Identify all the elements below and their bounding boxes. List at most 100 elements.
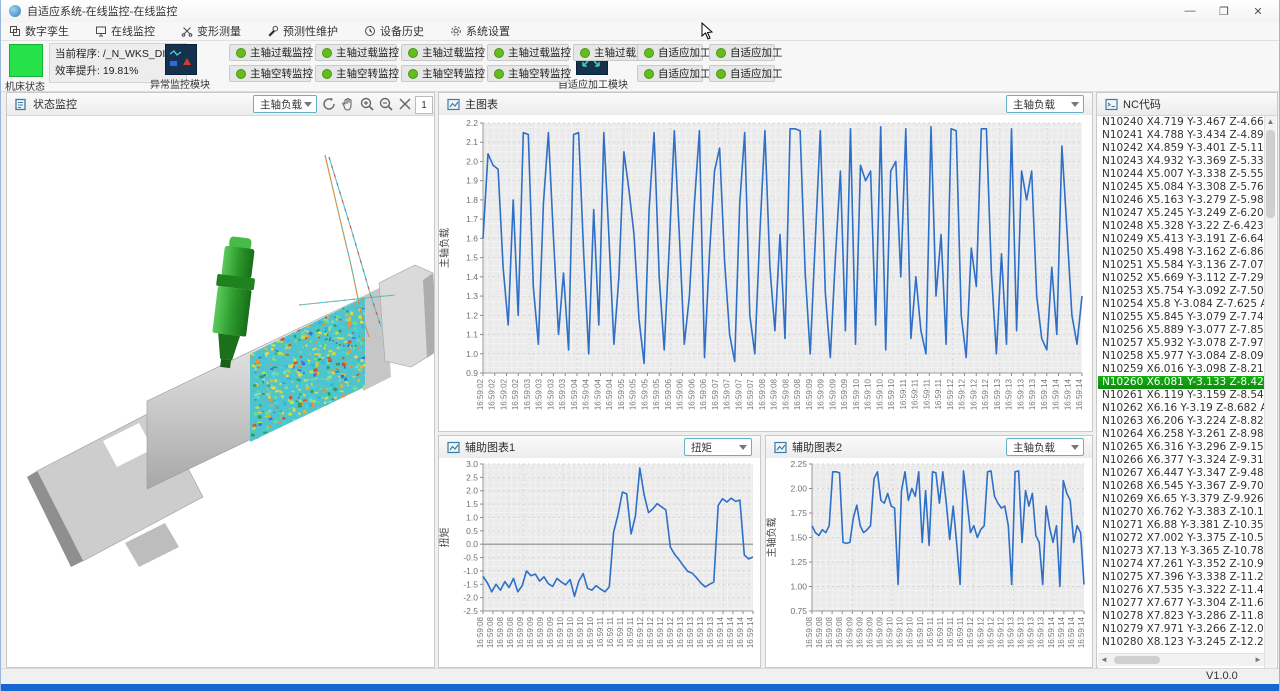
main-chart-panel: 主图表 主轴负载 0.91.01.11.21.31.41.51.61.71.81… bbox=[438, 92, 1093, 432]
fit-view-icon[interactable] bbox=[397, 96, 413, 112]
nc-code-line[interactable]: N10277 X7.677 Y-3.304 Z-11.621 A-64.48 bbox=[1098, 597, 1264, 610]
scroll-left-arrow[interactable]: ◄ bbox=[1098, 654, 1110, 666]
nc-code-line[interactable]: N10245 X5.084 Y-3.308 Z-5.769 A-75.088 bbox=[1098, 181, 1264, 194]
nc-horizontal-scrollbar[interactable]: ◄ ► bbox=[1098, 653, 1264, 666]
nc-code-line[interactable]: N10252 X5.669 Y-3.112 Z-7.293 A-73.844 bbox=[1098, 272, 1264, 285]
zoom-out-icon[interactable] bbox=[378, 96, 394, 112]
nc-code-line[interactable]: N10279 X7.971 Y-3.266 Z-12.027 A-62.98 bbox=[1098, 623, 1264, 636]
nc-code-line[interactable]: N10278 X7.823 Y-3.286 Z-11.825 A-63.73 bbox=[1098, 610, 1264, 623]
nc-code-line[interactable]: N10246 X5.163 Y-3.279 Z-5.984 A-74.892 bbox=[1098, 194, 1264, 207]
nc-code-line[interactable]: N10255 X5.845 Y-3.079 Z-7.741 A-73.458 bbox=[1098, 311, 1264, 324]
nc-code-line[interactable]: N10265 X6.316 Y-3.296 Z-9.156 A-71.771 bbox=[1098, 441, 1264, 454]
nc-code-line[interactable]: N10267 X6.447 Y-3.347 Z-9.489 A-71.055 bbox=[1098, 467, 1264, 480]
nc-code-line[interactable]: N10274 X7.261 Y-3.352 Z-10.998 A-66.67 bbox=[1098, 558, 1264, 571]
nc-code-line[interactable]: N10262 X6.16 Y-3.19 Z-8.682 A-72.534 C bbox=[1098, 402, 1264, 415]
title-bar: 自适应系统-在线监控-在线监控 — ❐ ✕ bbox=[1, 0, 1279, 23]
nc-code-line[interactable]: N10253 X5.754 Y-3.092 Z-7.508 A-73.677 bbox=[1098, 285, 1264, 298]
nc-code-line[interactable]: N10271 X6.88 Y-3.381 Z-10.359 A-68.711 bbox=[1098, 519, 1264, 532]
menu-item-online-monitoring[interactable]: 在线监控 bbox=[95, 23, 155, 39]
nc-code-line[interactable]: N10261 X6.119 Y-3.159 Z-8.546 A-72.701 bbox=[1098, 389, 1264, 402]
nc-vertical-scrollbar[interactable]: ▲ ▼ bbox=[1264, 116, 1276, 691]
machined-surface-texture bbox=[249, 289, 369, 449]
idle-monitor-button-4[interactable]: 主轴空转监控 bbox=[487, 65, 569, 82]
svg-text:16:59:10: 16:59:10 bbox=[906, 616, 915, 648]
svg-text:16:59:10: 16:59:10 bbox=[916, 616, 925, 648]
nc-code-line[interactable]: N10276 X7.535 Y-3.322 Z-11.415 A-65.22 bbox=[1098, 584, 1264, 597]
zoom-in-icon[interactable] bbox=[359, 96, 375, 112]
aux-chart2-plot[interactable]: 0.751.001.251.501.752.002.2516:59:0816:5… bbox=[766, 458, 1092, 667]
maximize-button[interactable]: ❐ bbox=[1207, 0, 1241, 22]
nc-code-line[interactable]: N10266 X6.377 Y-3.324 Z-9.317 A-71.443 bbox=[1098, 454, 1264, 467]
menu-item-deformation-measure[interactable]: 变形测量 bbox=[181, 23, 241, 39]
svg-text:16:59:05: 16:59:05 bbox=[652, 378, 661, 410]
main-chart-selector[interactable]: 主轴负载 bbox=[1006, 95, 1084, 113]
nc-code-line[interactable]: N10268 X6.545 Y-3.367 Z-9.708 A-70.519 bbox=[1098, 480, 1264, 493]
overload-monitor-button-4[interactable]: 主轴过载监控 bbox=[487, 44, 569, 61]
pan-icon[interactable] bbox=[340, 96, 356, 112]
nc-code-line[interactable]: N10259 X6.016 Y-3.098 Z-8.217 A-73.036 bbox=[1098, 363, 1264, 376]
nc-code-line[interactable]: N10258 X5.977 Y-3.084 Z-8.097 A-73.138 bbox=[1098, 350, 1264, 363]
main-chart-plot[interactable]: 0.91.01.11.21.31.41.51.61.71.81.92.02.12… bbox=[439, 115, 1092, 431]
minimize-button[interactable]: — bbox=[1173, 0, 1207, 22]
nc-code-line[interactable]: N10251 X5.584 Y-3.136 Z-7.077 A-74.012 bbox=[1098, 259, 1264, 272]
idle-monitor-button-2[interactable]: 主轴空转监控 bbox=[315, 65, 397, 82]
menu-item-system-settings[interactable]: 系统设置 bbox=[450, 23, 510, 39]
nc-code-line[interactable]: N10257 X5.932 Y-3.078 Z-7.974 A-73.243 bbox=[1098, 337, 1264, 350]
menu-item-digital-twin[interactable]: 数字孪生 bbox=[9, 23, 69, 39]
scroll-right-arrow[interactable]: ► bbox=[1252, 654, 1264, 666]
menu-item-predictive-maintenance[interactable]: 预测性维护 bbox=[267, 23, 338, 39]
nc-code-line[interactable]: N10250 X5.498 Y-3.162 Z-6.86 A-74.178 C bbox=[1098, 246, 1264, 259]
overload-monitor-button-2[interactable]: 主轴过载监控 bbox=[315, 44, 397, 61]
nc-code-line[interactable]: N10254 X5.8 Y-3.084 Z-7.625 A-73.571 C bbox=[1098, 298, 1264, 311]
svg-text:2.1: 2.1 bbox=[466, 137, 478, 147]
svg-text:主轴负载: 主轴负载 bbox=[766, 518, 778, 558]
status-monitor-panel: 状态监控 主轴负载 1 bbox=[6, 92, 435, 668]
nc-code-line[interactable]: N10272 X7.002 Y-3.375 Z-10.573 A-68.05 bbox=[1098, 532, 1264, 545]
rotate-view-icon[interactable] bbox=[321, 96, 337, 112]
idle-monitor-button-1[interactable]: 主轴空转监控 bbox=[229, 65, 311, 82]
adaptive-machining-button-3[interactable]: 自适应加工 bbox=[637, 65, 703, 82]
scroll-up-arrow[interactable]: ▲ bbox=[1265, 116, 1276, 128]
nc-code-line[interactable]: N10264 X6.258 Y-3.261 Z-8.989 A-72.072 bbox=[1098, 428, 1264, 441]
svg-text:16:59:10: 16:59:10 bbox=[852, 378, 861, 410]
nc-code-line[interactable]: N10244 X5.007 Y-3.338 Z-5.553 A-75.297 bbox=[1098, 168, 1264, 181]
nc-code-line[interactable]: N10240 X4.719 Y-3.467 Z-4.669 A-76.396 bbox=[1098, 116, 1264, 129]
svg-text:16:59:05: 16:59:05 bbox=[629, 378, 638, 410]
aux-chart1-selector[interactable]: 扭矩 bbox=[684, 438, 752, 456]
nc-code-line[interactable]: N10270 X6.762 Y-3.383 Z-10.143 A-69.34 bbox=[1098, 506, 1264, 519]
adaptive-machining-button-4[interactable]: 自适应加工 bbox=[709, 65, 775, 82]
zoom-level-badge: 1 bbox=[415, 96, 433, 114]
menu-item-device-history[interactable]: 设备历史 bbox=[364, 23, 424, 39]
machine-3d-viewport[interactable] bbox=[7, 115, 434, 667]
nc-code-line[interactable]: N10249 X5.413 Y-3.191 Z-6.642 A-74.346 bbox=[1098, 233, 1264, 246]
nc-vscroll-thumb[interactable] bbox=[1266, 130, 1275, 218]
nc-hscroll-thumb[interactable] bbox=[1114, 656, 1160, 664]
overload-monitor-button-1[interactable]: 主轴过载监控 bbox=[229, 44, 311, 61]
nc-code-line[interactable]: N10242 X4.859 Y-3.401 Z-5.114 A-75.775 bbox=[1098, 142, 1264, 155]
svg-text:2.00: 2.00 bbox=[790, 484, 807, 494]
nc-code-line[interactable]: N10248 X5.328 Y-3.22 Z-6.423 A-74.52 C bbox=[1098, 220, 1264, 233]
window-controls: — ❐ ✕ bbox=[1173, 0, 1275, 22]
svg-text:16:59:10: 16:59:10 bbox=[887, 378, 896, 410]
nc-code-line[interactable]: N10243 X4.932 Y-3.369 Z-5.335 A-75.523 bbox=[1098, 155, 1264, 168]
aux-chart2-selector[interactable]: 主轴负载 bbox=[1006, 438, 1084, 456]
adaptive-machining-button-1[interactable]: 自适应加工 bbox=[637, 44, 703, 61]
nc-code-line[interactable]: N10269 X6.65 Y-3.379 Z-9.926 A-69.947 C bbox=[1098, 493, 1264, 506]
nc-code-line[interactable]: N10275 X7.396 Y-3.338 Z-11.207 A-65.95 bbox=[1098, 571, 1264, 584]
nc-code-line[interactable]: N10241 X4.788 Y-3.434 Z-4.893 A-76.062 bbox=[1098, 129, 1264, 142]
status-view-selector[interactable]: 主轴负载 bbox=[253, 95, 317, 113]
svg-text:16:59:11: 16:59:11 bbox=[936, 616, 945, 647]
svg-text:16:59:10: 16:59:10 bbox=[556, 616, 565, 648]
idle-monitor-button-3[interactable]: 主轴空转监控 bbox=[401, 65, 483, 82]
overload-monitor-button-3[interactable]: 主轴过载监控 bbox=[401, 44, 483, 61]
nc-code-list[interactable]: N10240 X4.719 Y-3.467 Z-4.669 A-76.396N1… bbox=[1098, 116, 1264, 691]
aux-chart1-plot[interactable]: -2.5-2.0-1.5-1.0-0.50.00.51.01.52.02.53.… bbox=[439, 458, 760, 667]
nc-code-line[interactable]: N10247 X5.245 Y-3.249 Z-6.204 A-74.701 bbox=[1098, 207, 1264, 220]
nc-code-line[interactable]: N10273 X7.13 Y-3.365 Z-10.786 A-67.372 bbox=[1098, 545, 1264, 558]
nc-code-line[interactable]: N10263 X6.206 Y-3.224 Z-8.828 A-72.33 C bbox=[1098, 415, 1264, 428]
nc-code-line[interactable]: N10280 X8.123 Y-3.245 Z-12.227 A-62.23 bbox=[1098, 636, 1264, 649]
close-button[interactable]: ✕ bbox=[1241, 0, 1275, 22]
nc-code-line[interactable]: N10256 X5.889 Y-3.077 Z-7.858 A-73.348 bbox=[1098, 324, 1264, 337]
nc-code-line-selected[interactable]: N10260 X6.081 Y-3.133 Z-8.422 A-72.835 bbox=[1098, 376, 1264, 389]
adaptive-machining-button-2[interactable]: 自适应加工 bbox=[709, 44, 775, 61]
